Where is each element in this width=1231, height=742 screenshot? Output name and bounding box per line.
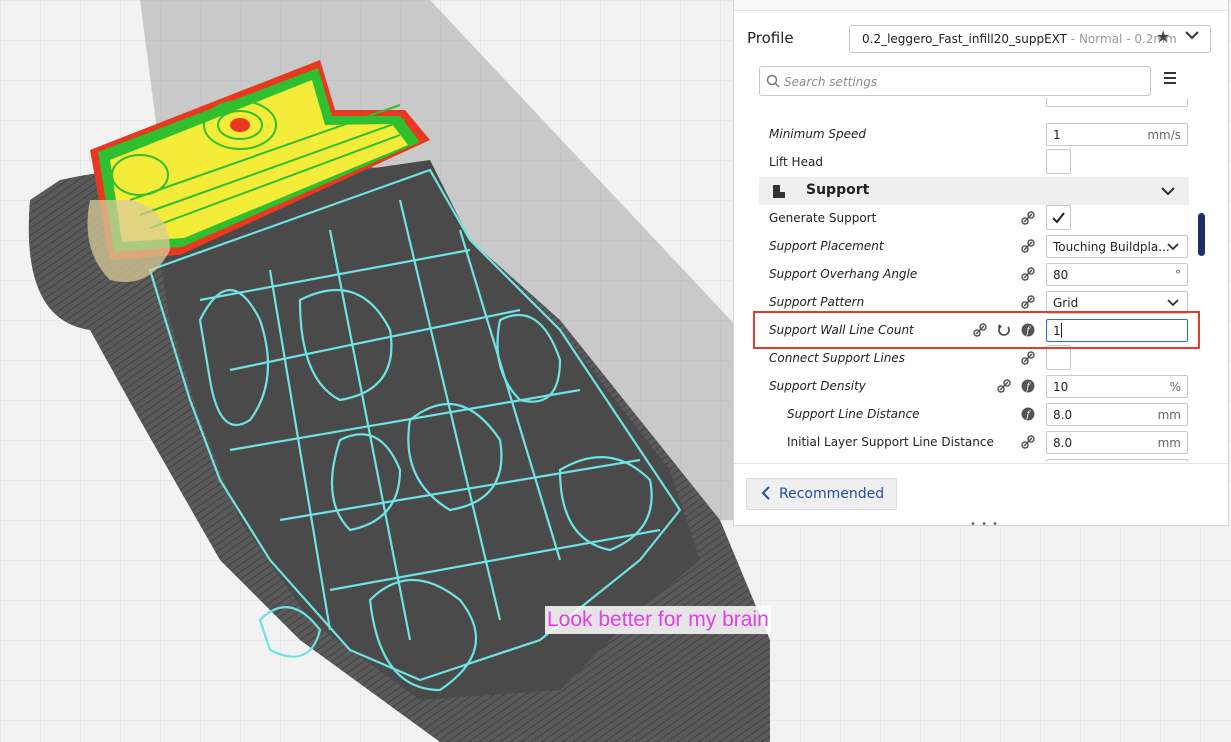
support-placement-dropdown[interactable]: Touching Buildpla...: [1046, 235, 1188, 258]
setting-label: Support Pattern: [769, 295, 865, 309]
category-label: Support: [806, 182, 870, 198]
recommended-label: Recommended: [779, 486, 885, 502]
setting-support-line-distance: Support Line Distance f 8.0 mm: [759, 400, 1189, 428]
category-support[interactable]: Support: [759, 177, 1189, 205]
function-icon[interactable]: f: [1021, 407, 1035, 421]
link-icon[interactable]: [1021, 435, 1035, 449]
setting-initial-layer-support-line-distance: Initial Layer Support Line Distance 8.0 …: [759, 428, 1189, 456]
partial-field: [1046, 459, 1188, 462]
setting-partial-bottom: [759, 456, 1189, 462]
support-category-icon: [773, 185, 785, 198]
field-unit: mm/s: [1147, 128, 1181, 142]
profile-label: Profile: [747, 29, 794, 47]
field-value: 8.0: [1053, 408, 1073, 422]
recommended-button[interactable]: Recommended: [746, 478, 897, 510]
annotation-text: Look better for my brain: [545, 606, 771, 634]
setting-label: Lift Head: [769, 155, 823, 169]
setting-label: Support Overhang Angle: [769, 267, 918, 281]
setting-generate-support: Generate Support: [759, 204, 1189, 232]
chevron-down-icon[interactable]: [1185, 30, 1199, 40]
field-unit: %: [1169, 380, 1181, 394]
link-icon[interactable]: [997, 379, 1011, 393]
initial-layer-support-line-distance-field[interactable]: 8.0 mm: [1046, 431, 1188, 454]
field-unit: °: [1175, 268, 1181, 282]
print-settings-panel: Profile 0.2_leggero_Fast_infill20_suppEX…: [733, 0, 1229, 530]
chevron-down-icon: [1167, 299, 1179, 307]
field-value: 80: [1053, 268, 1069, 282]
setting-support-placement: Support Placement Touching Buildpla...: [759, 232, 1189, 260]
field-unit: mm: [1157, 408, 1181, 422]
chevron-down-icon[interactable]: [1161, 186, 1175, 196]
profile-name: 0.2_leggero_Fast_infill20_suppEXT: [862, 32, 1067, 46]
minimum-speed-field[interactable]: 1 mm/s: [1046, 123, 1188, 146]
support-overhang-angle-field[interactable]: 80 °: [1046, 263, 1188, 286]
function-icon[interactable]: f: [1021, 379, 1035, 393]
field-value: Touching Buildpla...: [1053, 240, 1170, 254]
search-input[interactable]: [782, 71, 1146, 93]
setting-minimum-speed: Minimum Speed 1 mm/s: [759, 120, 1189, 148]
partial-field: [1046, 98, 1188, 107]
lift-head-checkbox[interactable]: [1046, 149, 1071, 174]
panel-header: [734, 0, 1228, 11]
field-value: 10: [1053, 380, 1069, 394]
search-box[interactable]: [759, 66, 1151, 96]
star-icon[interactable]: ★: [1156, 27, 1170, 46]
field-value: 1: [1053, 128, 1061, 142]
divider: [734, 463, 1228, 464]
setting-label: Support Density: [769, 379, 866, 393]
highlight-box: [753, 311, 1200, 349]
setting-label: Minimum Speed: [769, 127, 867, 141]
menu-icon[interactable]: [1163, 72, 1177, 84]
chevron-left-icon: [761, 486, 770, 500]
search-icon: [766, 74, 780, 88]
setting-label: Initial Layer Support Line Distance: [787, 435, 994, 449]
check-icon: [1052, 212, 1065, 224]
setting-label: Support Placement: [769, 239, 884, 253]
setting-support-overhang-angle: Support Overhang Angle 80 °: [759, 260, 1189, 288]
setting-label: Generate Support: [769, 211, 877, 225]
field-unit: mm: [1157, 436, 1181, 450]
setting-support-density: Support Density f 10 %: [759, 372, 1189, 400]
setting-label: Support Line Distance: [787, 407, 920, 421]
setting-label: Connect Support Lines: [769, 351, 905, 365]
generate-support-checkbox[interactable]: [1046, 205, 1071, 230]
setting-lift-head: Lift Head: [759, 148, 1189, 176]
field-value: Grid: [1053, 296, 1079, 310]
resize-grip[interactable]: • • •: [970, 519, 999, 530]
support-density-field[interactable]: 10 %: [1046, 375, 1188, 398]
link-icon[interactable]: [1021, 239, 1035, 253]
chevron-down-icon: [1167, 243, 1179, 251]
link-icon[interactable]: [1021, 267, 1035, 281]
link-icon[interactable]: [1021, 211, 1035, 225]
settings-scrollbar[interactable]: [1198, 213, 1205, 256]
support-line-distance-field[interactable]: 8.0 mm: [1046, 403, 1188, 426]
link-icon[interactable]: [1021, 295, 1035, 309]
field-value: 8.0: [1053, 436, 1073, 450]
link-icon[interactable]: [1021, 351, 1035, 365]
settings-list[interactable]: Minimum Speed 1 mm/s Lift Head Support G…: [759, 98, 1199, 462]
